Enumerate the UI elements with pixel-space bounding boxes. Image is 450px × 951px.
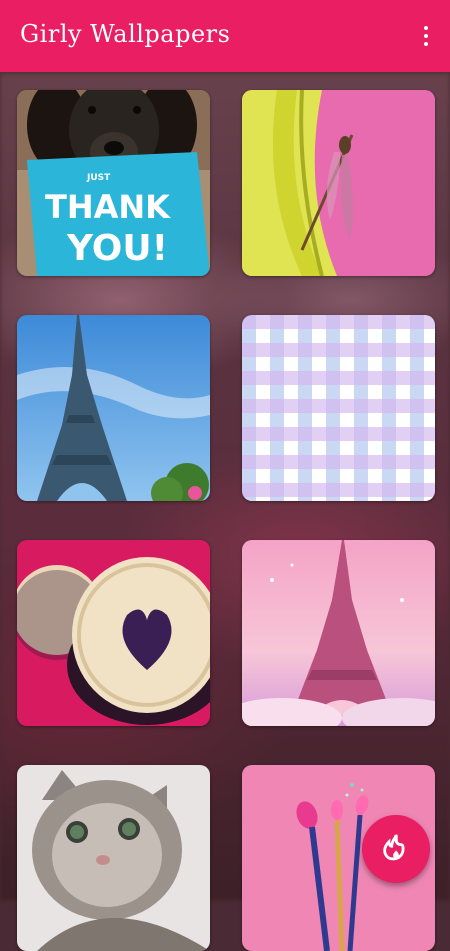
wallpaper-tile-eiffel-blue[interactable] [17,315,210,501]
wallpaper-tile-gingham[interactable] [242,315,435,501]
dragonfly-image [242,90,435,276]
flame-icon [383,834,405,861]
card-text-thank: THANK [45,188,171,226]
dog-thank-you-image: JUST THANK YOU! [17,90,210,276]
cookie-image [17,540,210,726]
app-title: Girly Wallpapers [20,20,231,48]
more-vert-icon[interactable] [416,22,436,50]
wallpaper-tile-eiffel-pink[interactable] [242,540,435,726]
gingham-image [242,315,435,501]
flame-fab-button[interactable] [362,815,430,883]
eiffel-pink-image [242,540,435,726]
card-text-you: YOU! [66,228,168,269]
kitten-image [17,765,210,951]
eiffel-blue-image [17,315,210,501]
wallpaper-grid: JUST THANK YOU! [0,72,450,951]
app-bar: Girly Wallpapers [0,0,450,72]
wallpaper-tile-cookie[interactable] [17,540,210,726]
wallpaper-tile-dog[interactable]: JUST THANK YOU! [17,90,210,276]
card-text-just: JUST [86,173,111,183]
wallpaper-tile-kitten[interactable] [17,765,210,951]
wallpaper-tile-dragonfly[interactable] [242,90,435,276]
